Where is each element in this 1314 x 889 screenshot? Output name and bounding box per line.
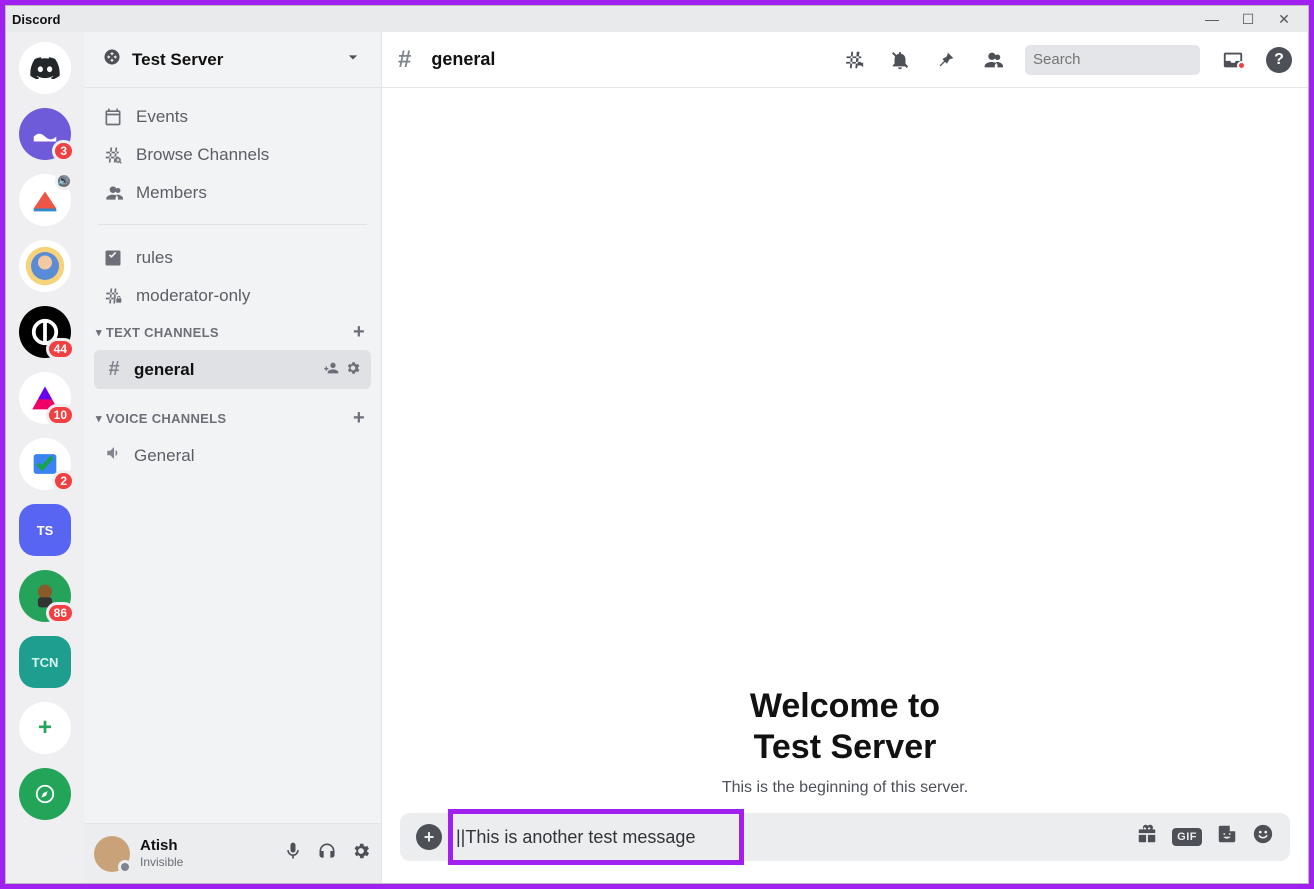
user-status: Invisible <box>140 855 183 869</box>
gear-icon[interactable] <box>345 360 361 379</box>
calendar-icon <box>102 107 124 127</box>
server-badge: 2 <box>52 470 75 492</box>
inbox-button[interactable] <box>1220 49 1246 71</box>
channel-label: general <box>134 360 194 380</box>
pinned-button[interactable] <box>933 49 959 71</box>
discord-logo-icon <box>30 57 60 79</box>
user-panel: Atish Invisible <box>84 823 381 883</box>
mic-button[interactable] <box>283 841 303 866</box>
server-item[interactable]: 44 <box>19 306 71 358</box>
channel-label: General <box>134 446 194 466</box>
add-channel-button[interactable]: + <box>353 321 369 344</box>
invite-icon[interactable] <box>323 360 339 379</box>
maximize-button[interactable]: ☐ <box>1230 6 1266 32</box>
chat-area: Welcome to Test Server This is the begin… <box>382 88 1308 813</box>
settings-button[interactable] <box>351 841 371 866</box>
hash-icon: # <box>398 46 411 74</box>
sidebar-item-browse-channels[interactable]: Browse Channels <box>94 136 371 174</box>
hash-lock-icon <box>102 286 124 306</box>
sidebar-item-label: Events <box>136 107 188 127</box>
members-icon <box>102 183 124 203</box>
category-label: TEXT CHANNELS <box>106 325 219 340</box>
chevron-down-icon <box>343 47 363 72</box>
category-label: VOICE CHANNELS <box>106 411 227 426</box>
notifications-button[interactable] <box>887 49 913 71</box>
server-avatar-icon <box>24 245 66 287</box>
server-avatar-icon <box>28 183 62 217</box>
channel-label: rules <box>136 248 173 268</box>
gif-button[interactable]: GIF <box>1172 828 1202 846</box>
channel-label: moderator-only <box>136 286 250 306</box>
add-channel-button[interactable]: + <box>353 407 369 430</box>
search-input[interactable] <box>1033 51 1232 68</box>
caret-down-icon: ▾ <box>96 412 102 425</box>
divider <box>98 224 367 225</box>
server-initials: TS <box>37 523 54 538</box>
add-server-button[interactable]: + <box>19 702 71 754</box>
rules-icon <box>102 248 124 268</box>
server-item[interactable]: TCN <box>19 636 71 688</box>
attach-button[interactable]: + <box>416 824 442 850</box>
minimize-button[interactable]: — <box>1194 6 1230 32</box>
welcome-line1: Welcome to <box>722 687 968 726</box>
speaker-icon <box>104 444 124 468</box>
caret-down-icon: ▾ <box>96 326 102 339</box>
channel-header: # general ? <box>382 32 1308 88</box>
server-badge: 44 <box>46 338 75 360</box>
server-header[interactable]: Test Server <box>84 32 381 88</box>
compass-icon <box>34 783 56 805</box>
server-item-active[interactable]: TS <box>19 504 71 556</box>
emoji-button[interactable] <box>1252 823 1274 851</box>
home-button[interactable] <box>19 42 71 94</box>
main-panel: # general ? Welcome to <box>382 32 1308 883</box>
server-item[interactable] <box>19 240 71 292</box>
sidebar-item-label: Members <box>136 183 207 203</box>
welcome-subtitle: This is the beginning of this server. <box>722 779 968 797</box>
voice-indicator-icon: 🔊 <box>55 172 73 190</box>
notification-dot <box>1237 61 1246 70</box>
channel-moderator-only[interactable]: moderator-only <box>94 277 371 315</box>
title-bar: Discord — ☐ ✕ <box>6 6 1308 32</box>
explore-servers-button[interactable] <box>19 768 71 820</box>
app-title: Discord <box>12 12 60 27</box>
server-item[interactable]: 3 <box>19 108 71 160</box>
welcome-line2: Test Server <box>722 728 968 767</box>
server-name: Test Server <box>132 50 333 70</box>
sidebar-item-members[interactable]: Members <box>94 174 371 212</box>
threads-button[interactable] <box>841 49 867 71</box>
server-item[interactable]: 🔊 <box>19 174 71 226</box>
message-input[interactable] <box>456 827 1122 848</box>
headphones-button[interactable] <box>317 841 337 866</box>
close-button[interactable]: ✕ <box>1266 6 1302 32</box>
server-item[interactable]: 10 <box>19 372 71 424</box>
server-item[interactable]: 2 <box>19 438 71 490</box>
member-list-button[interactable] <box>979 49 1005 71</box>
channel-general[interactable]: # general <box>94 350 371 389</box>
channel-sidebar: Test Server Events Browse Channels Membe… <box>84 32 382 883</box>
sticker-button[interactable] <box>1216 823 1238 851</box>
hash-icon: # <box>104 358 124 381</box>
server-boost-icon <box>102 47 122 72</box>
status-indicator-icon <box>118 860 132 874</box>
sidebar-item-events[interactable]: Events <box>94 98 371 136</box>
user-avatar[interactable] <box>94 836 130 872</box>
channel-title: general <box>431 49 495 70</box>
browse-icon <box>102 145 124 165</box>
sidebar-item-label: Browse Channels <box>136 145 269 165</box>
channel-rules[interactable]: rules <box>94 239 371 277</box>
server-item[interactable]: 86 <box>19 570 71 622</box>
server-rail: 3 🔊 44 10 2 TS <box>6 32 84 883</box>
help-button[interactable]: ? <box>1266 47 1292 73</box>
server-initials: TCN <box>32 655 59 670</box>
category-text-channels[interactable]: ▾ TEXT CHANNELS + <box>94 315 371 348</box>
gift-button[interactable] <box>1136 823 1158 851</box>
server-badge: 3 <box>52 140 75 162</box>
user-name: Atish <box>140 838 183 855</box>
message-composer: + GIF <box>400 813 1290 861</box>
search-box[interactable] <box>1025 45 1200 75</box>
category-voice-channels[interactable]: ▾ VOICE CHANNELS + <box>94 401 371 434</box>
server-badge: 86 <box>46 602 75 624</box>
server-badge: 10 <box>46 404 75 426</box>
voice-channel-general[interactable]: General <box>94 436 371 476</box>
